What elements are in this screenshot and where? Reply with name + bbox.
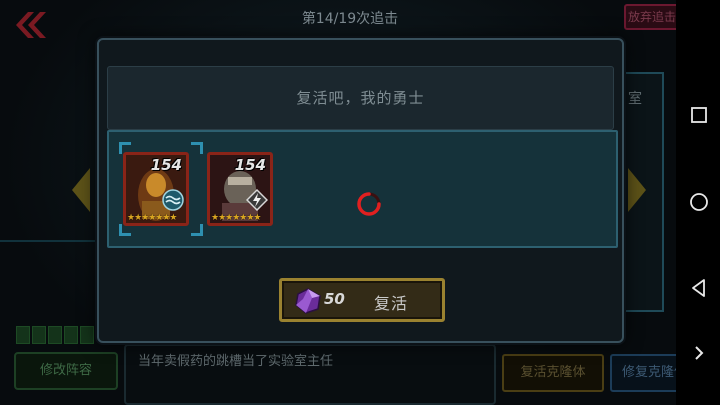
stage-card-label: 室: [628, 91, 642, 107]
story-text: 当年卖假药的跳槽当了实验室主任: [138, 354, 334, 369]
hero-card[interactable]: 154 ★★★★★★★: [207, 152, 273, 226]
purple-gem-icon: [295, 288, 321, 314]
hero-level: 154: [150, 156, 182, 174]
prev-arrow-icon[interactable]: [72, 168, 90, 212]
revive-cost: 50: [324, 290, 345, 308]
square-icon[interactable]: [688, 104, 710, 126]
revive-clones-button[interactable]: 复活克隆体: [502, 354, 604, 392]
pursuit-round-title: 第14/19次追击: [301, 11, 399, 27]
hero-stars: ★★★★★★★: [127, 213, 177, 223]
energy-bar: [16, 326, 94, 344]
modify-lineup-button[interactable]: 修改阵容: [14, 352, 118, 390]
divider: [0, 240, 100, 242]
revive-label: 复活: [374, 294, 409, 313]
hero-card[interactable]: 154 ★★★★★★★: [123, 152, 189, 226]
system-navbar: [676, 0, 720, 405]
back-triangle-icon[interactable]: [688, 277, 710, 299]
water-icon: [162, 189, 184, 211]
dialog-title: 复活吧，我的勇士: [296, 89, 425, 107]
revive-button[interactable]: 50 复活: [279, 278, 445, 322]
next-arrow-icon[interactable]: [628, 168, 646, 212]
loading-spinner-icon: [357, 192, 381, 216]
lightning-icon: [246, 189, 268, 211]
chevron-right-icon[interactable]: [688, 342, 710, 364]
back-chevron-icon[interactable]: [10, 10, 50, 40]
abandon-pursuit-button[interactable]: 放弃追击: [624, 4, 680, 30]
hero-level: 154: [234, 156, 266, 174]
repair-clones-button[interactable]: 修复克隆体: [610, 354, 680, 392]
hero-stars: ★★★★★★★: [211, 213, 261, 223]
hero-panel: 154 ★★★★★★★ 154 ★★★★★★★: [107, 130, 618, 248]
dialog-header: 复活吧，我的勇士: [107, 66, 614, 130]
revive-dialog: 复活吧，我的勇士 154 ★★★★★★★ 154 ★★★★★★★ 50 复活: [97, 38, 624, 343]
circle-icon[interactable]: [688, 191, 710, 213]
